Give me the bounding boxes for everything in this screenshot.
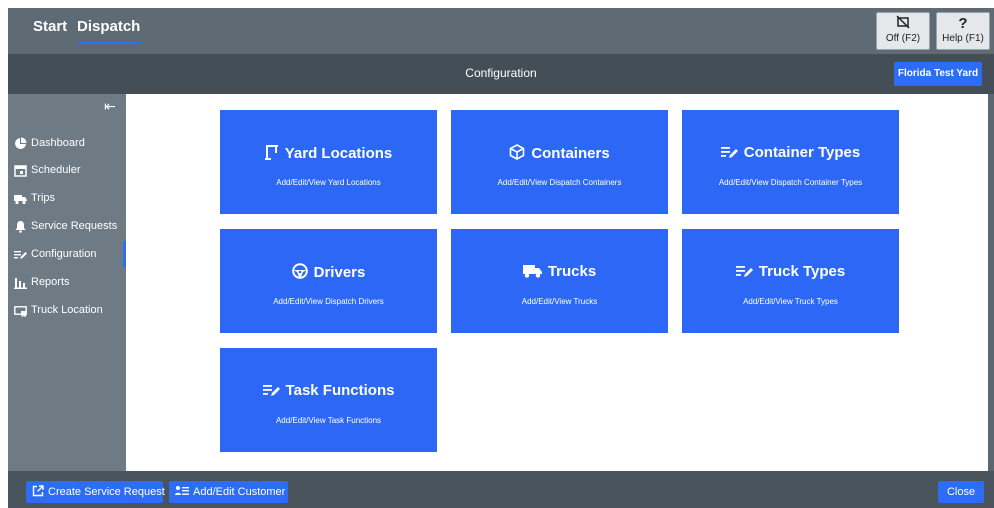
app-window: Start Dispatch Off (F2) ? Help (F1) Conf… [8, 8, 994, 508]
box-icon [510, 144, 525, 160]
bottom-toolbar: Create Service Request Add/Edit Customer… [8, 471, 994, 508]
bell-icon [15, 220, 26, 233]
tile-subtitle: Add/Edit/View Yard Locations [276, 178, 381, 187]
sidebar-item-label: Reports [31, 276, 70, 288]
sidebar-item-label: Scheduler [31, 164, 81, 176]
yard-location-icon [264, 145, 278, 160]
tile-subtitle: Add/Edit/View Trucks [521, 297, 598, 306]
tile-title: Trucks [547, 263, 597, 280]
tile-subtitle: Add/Edit/View Truck Types [743, 297, 838, 306]
help-button-label: Help (F1) [942, 33, 984, 44]
pie-chart-icon [15, 137, 27, 149]
list-edit-icon [735, 266, 753, 277]
sidebar-item-dashboard[interactable]: Dashboard [8, 130, 126, 156]
sidebar-item-reports[interactable]: Reports [8, 269, 126, 295]
steering-wheel-icon [291, 263, 308, 279]
sidebar-item-scheduler[interactable]: Scheduler [8, 157, 126, 183]
calendar-icon [14, 164, 27, 177]
tile-title: Container Types [743, 144, 861, 161]
tile-subtitle: Add/Edit/View Task Functions [275, 416, 382, 425]
configuration-tiles: Yard Locations Add/Edit/View Yard Locati… [126, 94, 988, 471]
tile-title: Truck Types [758, 263, 846, 280]
sidebar-item-label: Service Requests [31, 220, 118, 232]
sidebar-item-label: Trips [31, 192, 56, 204]
list-edit-icon [262, 385, 280, 396]
collapse-sidebar-icon[interactable]: ⇤ [104, 98, 116, 115]
user-list-icon [175, 486, 189, 495]
tile-yard-locations[interactable]: Yard Locations Add/Edit/View Yard Locati… [220, 110, 437, 214]
help-button[interactable]: ? Help (F1) [936, 12, 990, 50]
tile-containers[interactable]: Containers Add/Edit/View Dispatch Contai… [451, 110, 668, 214]
sidebar-item-label: Dashboard [31, 137, 85, 149]
sidebar-item-service-requests[interactable]: Service Requests [8, 213, 126, 239]
sidebar-item-trips[interactable]: Trips [8, 185, 126, 211]
sidebar: ⇤ Dashboard Scheduler Trips Service Requ… [8, 94, 126, 471]
tile-subtitle: Add/Edit/View Dispatch Drivers [273, 297, 384, 306]
sidebar-item-label: Truck Location [31, 304, 103, 316]
tile-trucks[interactable]: Trucks Add/Edit/View Trucks [451, 229, 668, 333]
tile-drivers[interactable]: Drivers Add/Edit/View Dispatch Drivers [220, 229, 437, 333]
create-service-request-button[interactable]: Create Service Request [26, 481, 165, 503]
tile-title: Containers [531, 145, 610, 162]
truck-icon [522, 265, 542, 278]
tab-dispatch[interactable]: Dispatch [77, 16, 141, 44]
off-button[interactable]: Off (F2) [876, 12, 930, 50]
notifications-off-icon [877, 15, 929, 33]
tile-title: Yard Locations [284, 145, 393, 162]
top-bar: Start Dispatch Off (F2) ? Help (F1) [8, 8, 994, 54]
yard-select-button[interactable]: Florida Test Yard [894, 62, 982, 86]
tile-truck-types[interactable]: Truck Types Add/Edit/View Truck Types [682, 229, 899, 333]
tile-title: Drivers [313, 264, 366, 281]
tile-subtitle: Add/Edit/View Dispatch Container Types [718, 178, 863, 187]
sidebar-item-configuration[interactable]: Configuration [8, 241, 126, 267]
sidebar-item-label: Configuration [31, 248, 97, 260]
sidebar-item-truck-location[interactable]: Truck Location [8, 297, 126, 323]
page-title: Configuration [465, 66, 537, 80]
list-edit-icon [14, 250, 27, 259]
tile-container-types[interactable]: Container Types Add/Edit/View Dispatch C… [682, 110, 899, 214]
help-icon: ? [958, 15, 968, 32]
add-edit-customer-button[interactable]: Add/Edit Customer [169, 481, 288, 503]
truck-icon [14, 194, 27, 204]
list-edit-icon [720, 147, 738, 158]
tile-subtitle: Add/Edit/View Dispatch Containers [497, 178, 622, 187]
add-edit-customer-label: Add/Edit Customer [193, 486, 286, 498]
truck-location-icon [14, 305, 27, 317]
off-button-label: Off (F2) [885, 33, 921, 44]
tab-start[interactable]: Start [33, 16, 67, 44]
page-header: Configuration Florida Test Yard [8, 54, 994, 94]
tile-task-functions[interactable]: Task Functions Add/Edit/View Task Functi… [220, 348, 437, 452]
tile-title: Task Functions [285, 382, 395, 399]
open-external-icon [32, 485, 44, 497]
bar-chart-icon [14, 277, 27, 289]
close-button[interactable]: Close [938, 481, 984, 503]
create-service-request-label: Create Service Request [48, 486, 165, 498]
